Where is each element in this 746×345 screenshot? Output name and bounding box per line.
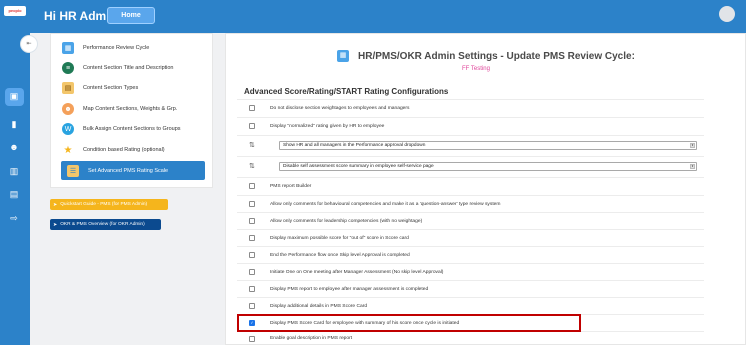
menu-item-review-cycle[interactable]: ▦ Performance Review Cycle	[62, 38, 205, 58]
cycle-name: FF Testing	[462, 66, 490, 72]
option-row: Enable goal description in PMS report	[237, 331, 704, 345]
checkbox[interactable]	[249, 105, 255, 111]
top-bar: peoplo Hi HR Admin Home	[0, 0, 746, 33]
menu-item-label: Content Section Types	[83, 85, 139, 91]
menu-item-condition-rating[interactable]: ★ Condition based Rating (optional)	[62, 140, 205, 160]
option-label: Display PMS report to employee after man…	[270, 286, 429, 292]
calendar-icon: ▦	[62, 42, 74, 54]
checkbox[interactable]	[249, 269, 255, 275]
option-label: Allow only comments for leadership compe…	[270, 218, 423, 224]
settings-menu: ▦ Performance Review Cycle ≡ Content Sec…	[50, 33, 213, 188]
option-row: End the Performance flow once Skip level…	[237, 246, 704, 263]
option-label: Enable goal description in PMS report	[270, 336, 353, 341]
checkbox[interactable]	[249, 218, 255, 224]
checkbox[interactable]	[249, 303, 255, 309]
section-heading: Advanced Score/Rating/START Rating Confi…	[244, 87, 449, 96]
book-icon[interactable]: ▮	[8, 119, 20, 129]
send-icon: ➤	[53, 221, 58, 228]
checkbox[interactable]	[249, 123, 255, 129]
checkbox[interactable]	[249, 183, 255, 189]
self-assessment-dropdown[interactable]: Disable self assessment score summary in…	[279, 162, 697, 171]
option-label: End the Performance flow once Skip level…	[270, 252, 410, 258]
link-icon[interactable]: ⇨	[8, 213, 20, 223]
option-label: Display additional details in PMS Score …	[270, 303, 368, 309]
dashboard-icon[interactable]: ▣	[8, 91, 20, 101]
bulk-assign-icon: W	[62, 123, 74, 135]
greeting-title: Hi HR Admin	[44, 9, 117, 23]
option-label: PMS report Builder	[270, 183, 312, 189]
menu-item-section-types[interactable]: ▤ Content Section Types	[62, 78, 205, 98]
rating-scale-icon: ☰	[67, 164, 79, 177]
dropdown-value: Disable self assessment score summary in…	[283, 164, 434, 169]
option-row: Do not disclose section weightages to em…	[237, 99, 704, 116]
people-icon[interactable]: ☻	[8, 142, 20, 152]
home-button[interactable]: Home	[107, 7, 155, 24]
option-label: Display "normalized" rating given by HR …	[270, 123, 385, 129]
approval-dropdown[interactable]: Show HR and all managers in the Performa…	[279, 141, 697, 150]
option-label: Allow only comments for behavioural comp…	[270, 201, 501, 207]
menu-item-label: Content Section Title and Description	[83, 65, 174, 71]
quickstart-guide-button[interactable]: ➤ Quickstart Guide - PMS (for PMS Admin)	[50, 199, 168, 210]
chevron-down-icon: ▾	[690, 164, 695, 169]
menu-item-label: Performance Review Cycle	[83, 45, 150, 51]
option-row: PMS report Builder	[237, 177, 704, 194]
checkbox[interactable]	[249, 201, 255, 207]
chevron-down-icon: ▾	[690, 143, 695, 148]
menu-item-rating-scale[interactable]: ☰ Set Advanced PMS Rating Scale	[61, 161, 205, 180]
option-row: Allow only comments for leadership compe…	[237, 212, 704, 229]
send-icon: ➤	[53, 201, 58, 208]
highlight-box	[237, 314, 581, 332]
checkbox[interactable]	[249, 252, 255, 258]
types-icon: ▤	[62, 82, 74, 94]
option-label: Do not disclose section weightages to em…	[270, 105, 410, 111]
collapse-menu-icon[interactable]: ⇤	[20, 35, 38, 53]
option-row: Display additional details in PMS Score …	[237, 297, 704, 314]
menu-item-label: Condition based Rating (optional)	[83, 147, 165, 153]
library-icon[interactable]: ▥	[8, 166, 20, 176]
document-icon[interactable]: ▤	[8, 189, 20, 199]
option-row: Initiate One on One meeting after Manage…	[237, 263, 704, 280]
option-row: ⇅ Disable self assessment score summary …	[237, 156, 704, 176]
menu-item-label: Map Content Sections, Weights & Grp.	[83, 106, 178, 112]
calendar-icon: ▦	[337, 50, 349, 62]
section-icon: ≡	[62, 62, 74, 74]
option-row: Display PMS report to employee after man…	[237, 280, 704, 297]
checkbox[interactable]	[249, 235, 255, 241]
menu-item-label: Set Advanced PMS Rating Scale	[88, 167, 169, 174]
map-user-icon: ☻	[62, 103, 74, 115]
checkbox[interactable]	[249, 286, 255, 292]
page-title: HR/PMS/OKR Admin Settings - Update PMS R…	[358, 51, 635, 62]
okr-overview-button[interactable]: ➤ OKR & PMS Overview (for OKR Admin)	[50, 219, 161, 230]
okr-overview-label: OKR & PMS Overview (for OKR Admin)	[60, 222, 145, 227]
menu-item-label: Bulk Assign Content Sections to Groups	[83, 126, 181, 132]
menu-item-bulk-assign[interactable]: W Bulk Assign Content Sections to Groups	[62, 119, 205, 139]
dropdown-value: Show HR and all managers in the Performa…	[283, 143, 426, 148]
menu-item-section-title[interactable]: ≡ Content Section Title and Description	[62, 58, 205, 78]
app-logo[interactable]: peoplo	[4, 6, 26, 16]
quickstart-guide-label: Quickstart Guide - PMS (for PMS Admin)	[60, 202, 148, 207]
option-label: Display maximum possible score for "out …	[270, 235, 409, 241]
left-rail: ▣ ▮ ☻ ▥ ▤ ⇨	[0, 33, 30, 345]
avatar[interactable]	[719, 6, 735, 22]
menu-item-map-sections[interactable]: ☻ Map Content Sections, Weights & Grp.	[62, 99, 205, 119]
checkbox[interactable]	[249, 335, 255, 342]
option-row: Allow only comments for behavioural comp…	[237, 195, 704, 212]
option-label: Initiate One on One meeting after Manage…	[270, 269, 444, 275]
option-row: Display maximum possible score for "out …	[237, 229, 704, 246]
drag-handle-icon[interactable]: ⇅	[249, 142, 258, 150]
option-row: Display "normalized" rating given by HR …	[237, 117, 704, 134]
option-row: ⇅ Show HR and all managers in the Perfor…	[237, 135, 704, 155]
drag-handle-icon[interactable]: ⇅	[249, 163, 258, 171]
star-icon: ★	[63, 144, 73, 156]
